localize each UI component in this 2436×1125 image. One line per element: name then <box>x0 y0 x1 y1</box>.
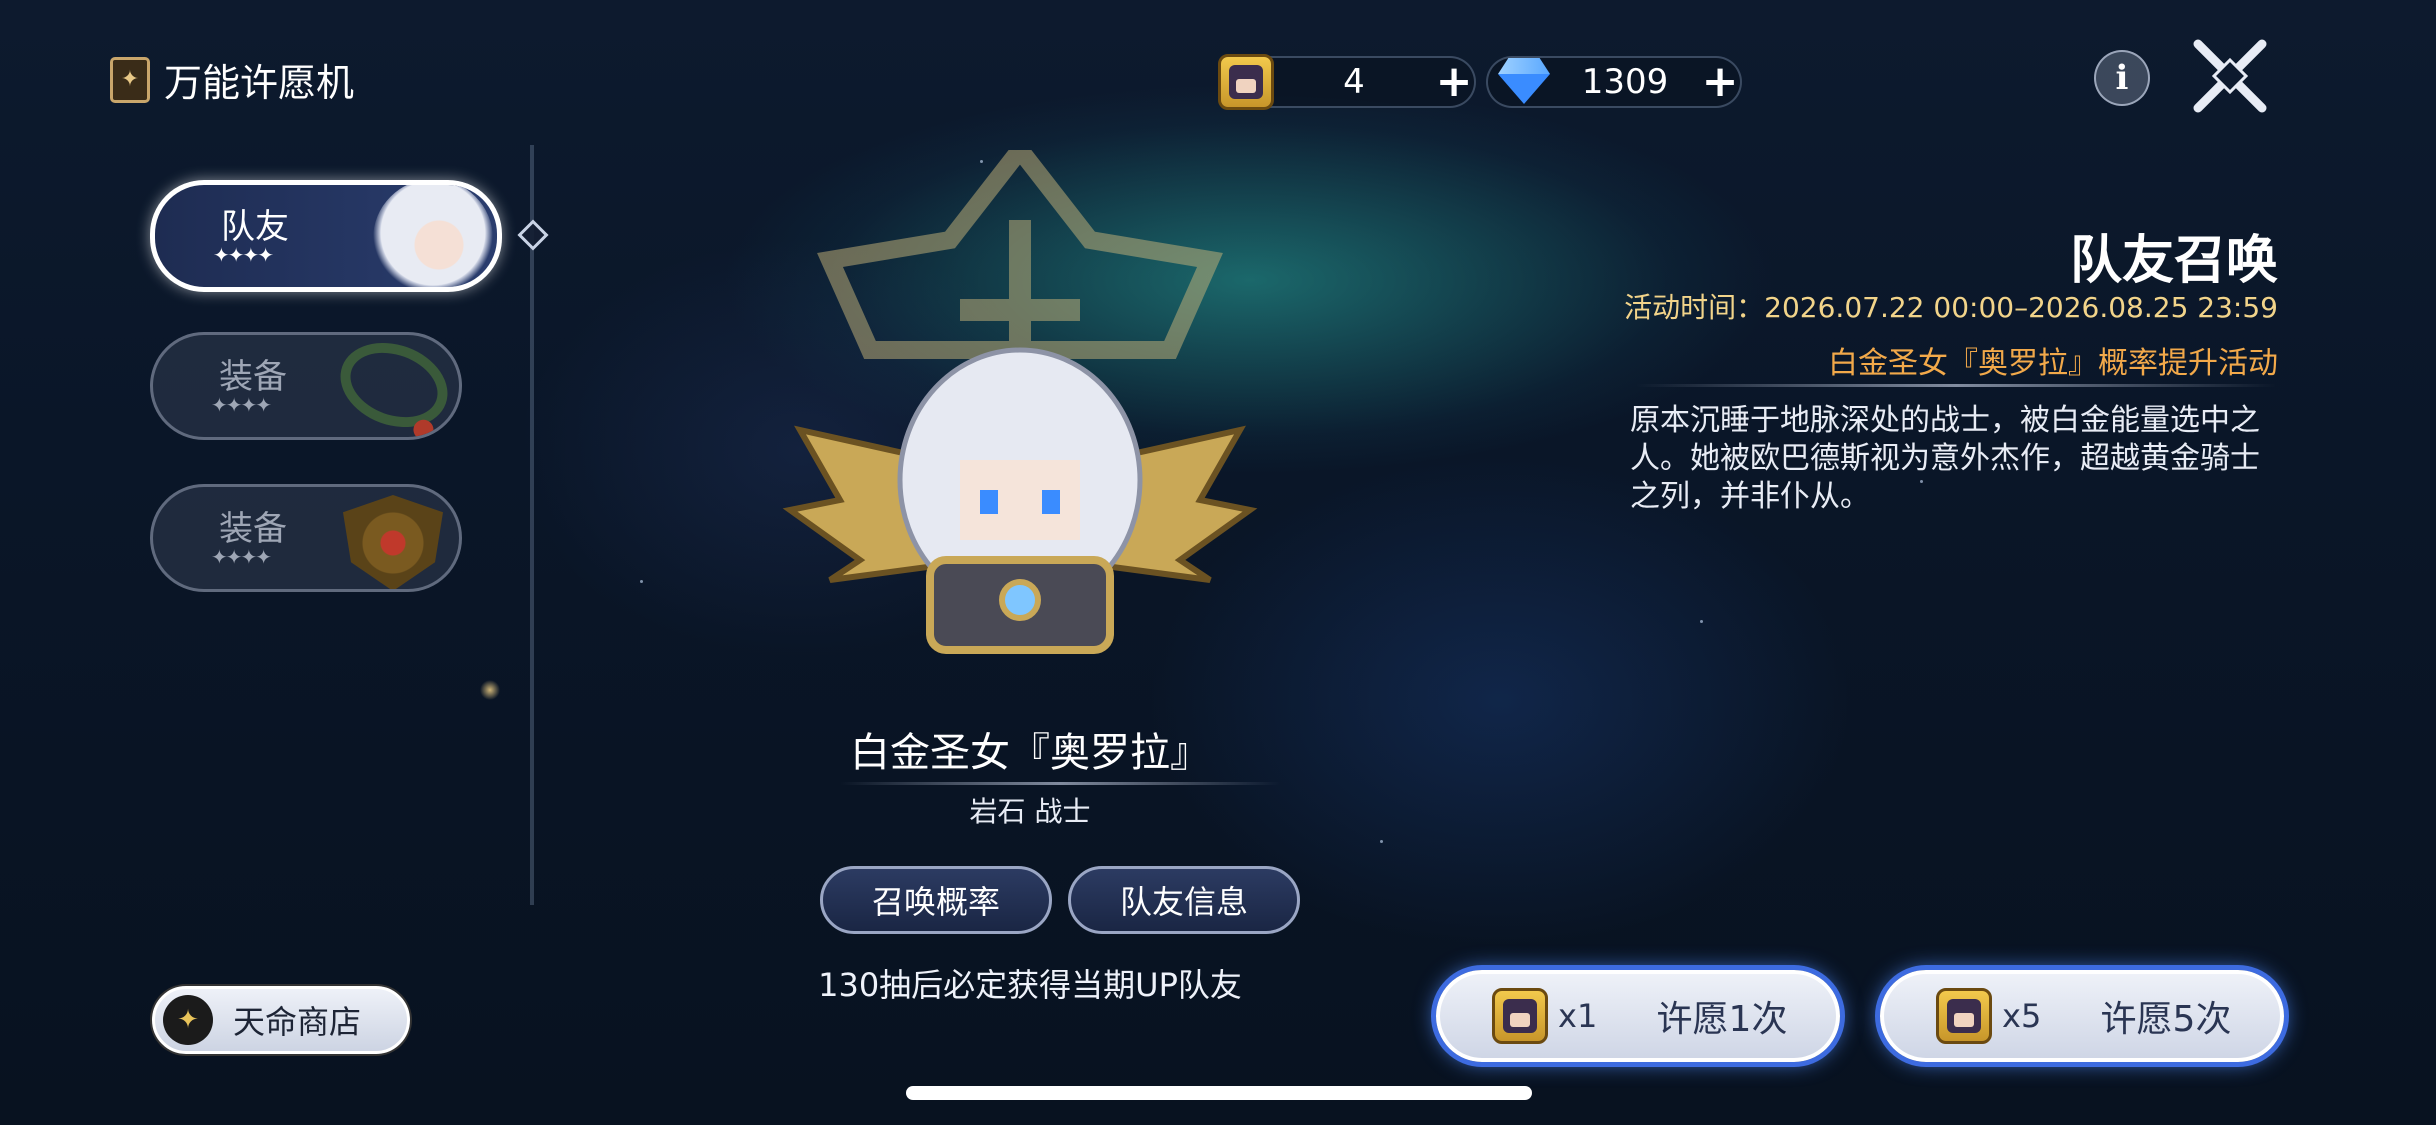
wish-once-button[interactable]: x1 许愿1次 <box>1436 970 1840 1062</box>
close-button[interactable] <box>2188 34 2272 118</box>
character-description: 原本沉睡于地脉深处的战士，被白金能量选中之人。她被欧巴德斯视为意外杰作，超越黄金… <box>1630 403 2260 514</box>
home-indicator[interactable] <box>906 1086 1532 1100</box>
tab-label: 装备 <box>219 509 287 549</box>
ticket-cost: x5 <box>2002 997 2042 1035</box>
gem-count: 1309 <box>1581 62 1669 102</box>
diamond-icon <box>1498 74 1550 104</box>
wish-ticket-icon <box>1492 988 1548 1044</box>
wish-once-label: 许愿1次 <box>1656 999 1788 1040</box>
star-decoration <box>1700 620 1703 623</box>
event-time: 活动时间：2026.07.22 00:00–2026.08.25 23:59 <box>1624 291 2278 324</box>
wish-ticket-icon <box>1936 988 1992 1044</box>
tab-teammate[interactable]: 队友 ✦✦✦✦ <box>150 180 502 292</box>
tab-equipment-1[interactable]: 装备 ✦✦✦✦ <box>150 332 462 440</box>
summon-rates-button[interactable]: 召唤概率 <box>820 866 1052 934</box>
rarity-stars: ✦✦✦✦ <box>213 243 274 267</box>
tab-label: 队友 <box>221 207 289 247</box>
wish-ticket-icon <box>1218 54 1274 110</box>
card-icon: ✦ <box>110 56 150 103</box>
rate-up-banner: 白金圣女『奥罗拉』概率提升活动 <box>1828 346 2278 381</box>
app-title: ✦ 万能许愿机 <box>110 52 354 107</box>
star-decoration <box>1380 840 1383 843</box>
rarity-stars: ✦✦✦✦ <box>211 393 272 417</box>
info-divider <box>1636 384 2276 387</box>
gem-counter: 1309 + <box>1486 56 1742 108</box>
close-icon <box>2193 39 2267 113</box>
tab-label: 装备 <box>219 357 287 397</box>
info-button[interactable]: i <box>2094 50 2150 106</box>
necklace-icon <box>328 335 459 437</box>
destiny-shop-label: 天命商店 <box>233 1003 362 1041</box>
teammate-info-label: 队友信息 <box>1119 883 1248 921</box>
character-name: 白金圣女『奥罗拉』 <box>850 730 1210 776</box>
summon-title: 队友召唤 <box>2069 231 2278 291</box>
name-divider <box>840 782 1280 785</box>
ticket-count: 4 <box>1343 62 1365 102</box>
scroll-thumb[interactable] <box>517 219 549 251</box>
star-decoration <box>640 580 643 583</box>
add-tickets-button[interactable]: + <box>1434 60 1474 104</box>
tab-scrollbar[interactable] <box>530 145 534 905</box>
add-gems-button[interactable]: + <box>1700 60 1740 104</box>
summon-rates-label: 召唤概率 <box>871 883 1000 921</box>
destiny-shop-button[interactable]: ✦ 天命商店 <box>152 986 410 1054</box>
pity-note: 130抽后必定获得当期UP队友 <box>818 966 1242 1004</box>
rarity-stars: ✦✦✦✦ <box>211 545 272 569</box>
crown-icon: ✦ <box>163 995 213 1045</box>
character-portrait <box>373 185 493 287</box>
app-title-text: 万能许愿机 <box>164 61 355 105</box>
shield-icon <box>343 495 443 589</box>
ticket-cost: x1 <box>1558 997 1598 1035</box>
character-type: 岩石 战士 <box>969 795 1091 828</box>
wish-five-button[interactable]: x5 许愿5次 <box>1880 970 2284 1062</box>
ticket-counter: 4 + <box>1218 54 1476 110</box>
teammate-info-button[interactable]: 队友信息 <box>1068 866 1300 934</box>
tab-equipment-2[interactable]: 装备 ✦✦✦✦ <box>150 484 462 592</box>
info-icon: i <box>2115 58 2129 98</box>
character-sprite <box>782 347 1258 654</box>
wish-five-label: 许愿5次 <box>2100 999 2232 1040</box>
